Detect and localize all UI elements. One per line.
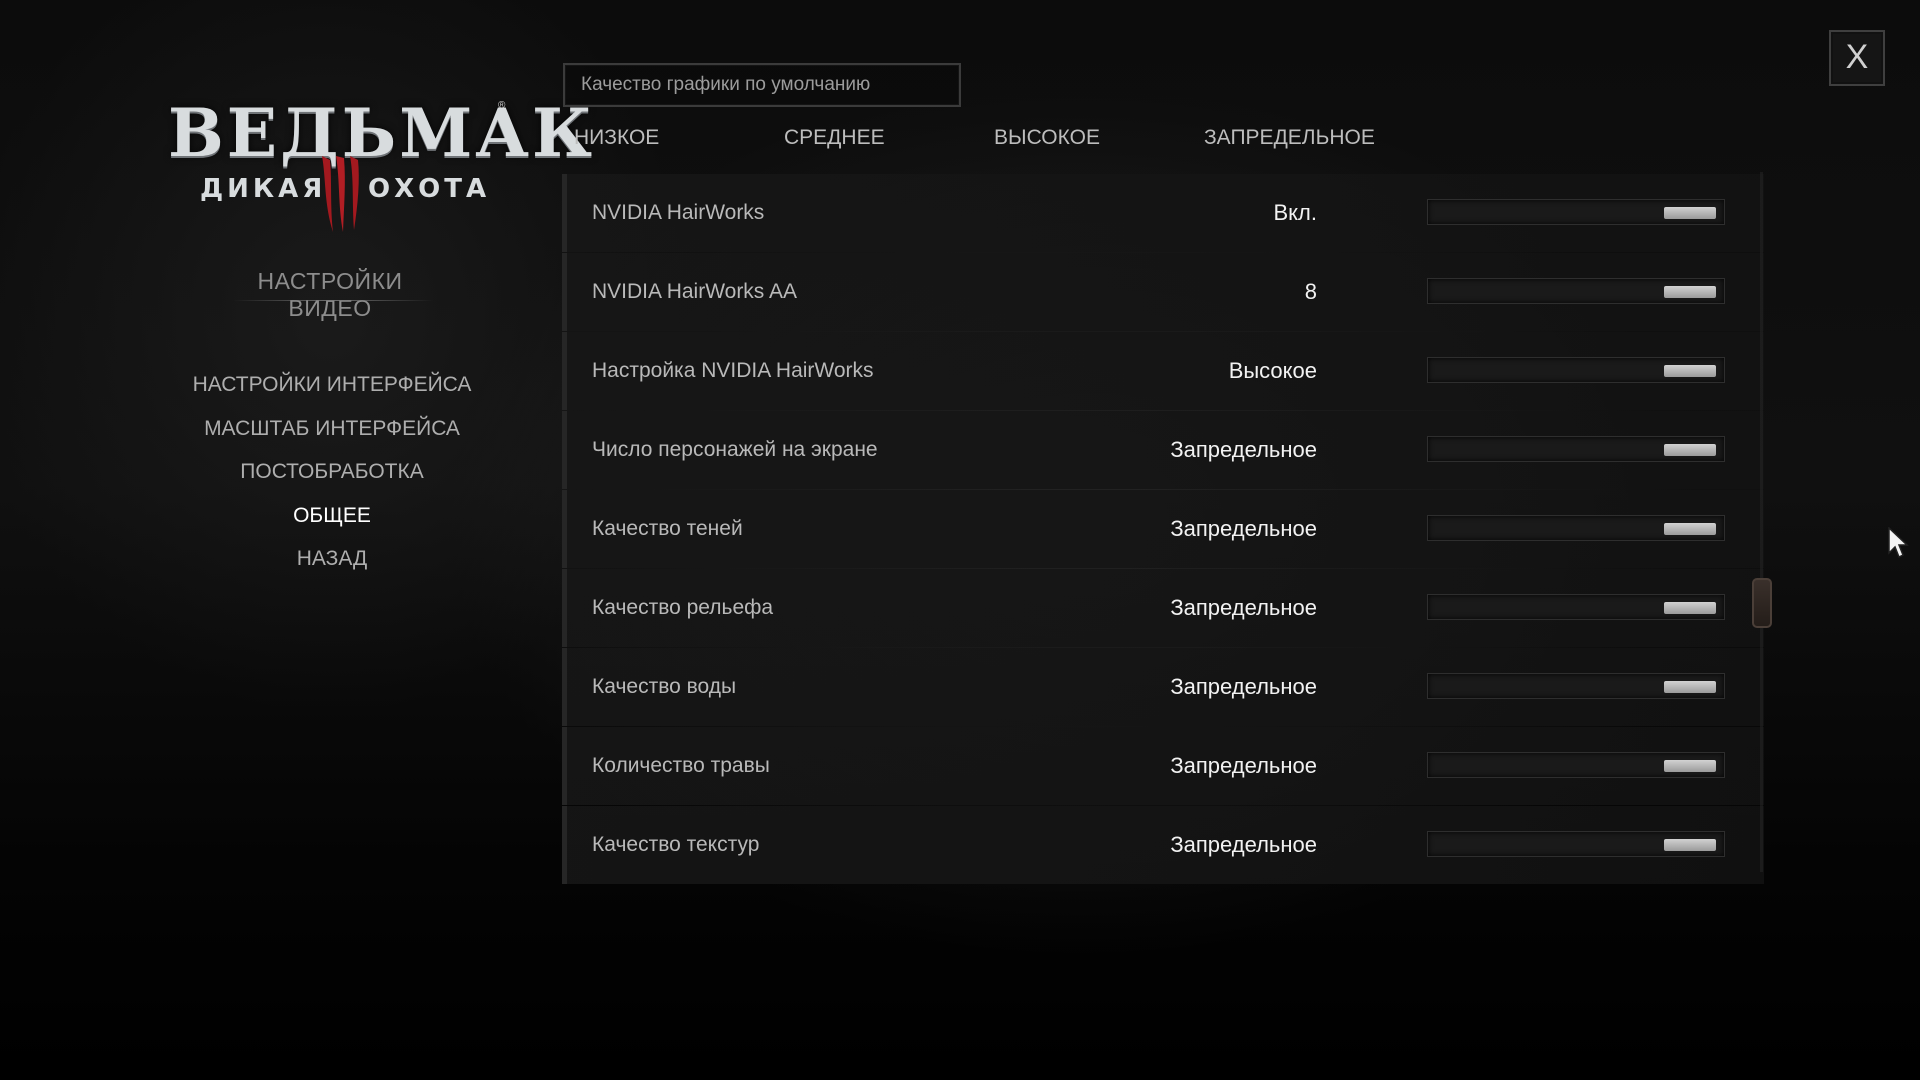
scrollbar-thumb[interactable] — [1752, 578, 1772, 628]
setting-label: NVIDIA HairWorks — [592, 201, 765, 224]
settings-list: NVIDIA HairWorks Вкл. NVIDIA HairWorks A… — [562, 174, 1764, 885]
close-button[interactable]: X — [1829, 30, 1885, 86]
slider-handle[interactable] — [1664, 365, 1716, 377]
menu-item-interface-settings[interactable]: НАСТРОЙКИ ИНТЕРФЕЙСА — [182, 369, 482, 413]
mouse-pointer-icon — [1888, 527, 1909, 559]
menu-item-back[interactable]: НАЗАД — [182, 543, 482, 587]
setting-slider[interactable] — [1427, 436, 1725, 462]
setting-slider[interactable] — [1427, 357, 1725, 383]
close-icon: X — [1845, 38, 1869, 76]
logo-subtitle-right: ОХОТА — [368, 174, 491, 204]
setting-value: Запредельное — [1170, 437, 1317, 462]
preset-tab-ultra[interactable]: ЗАПРЕДЕЛЬНОЕ — [1204, 122, 1375, 154]
setting-label: Количество травы — [592, 754, 770, 777]
slider-handle[interactable] — [1664, 286, 1716, 298]
setting-value: Запредельное — [1170, 674, 1317, 699]
menu-item-general[interactable]: ОБЩЕЕ — [182, 500, 482, 544]
setting-row-grass-density[interactable]: Количество травы Запредельное — [562, 727, 1764, 805]
slider-handle[interactable] — [1664, 207, 1716, 219]
setting-value: Вкл. — [1273, 200, 1318, 225]
setting-slider[interactable] — [1427, 515, 1725, 541]
heading-divider — [233, 300, 433, 301]
preset-tab-high[interactable]: ВЫСОКОЕ — [994, 122, 1100, 154]
setting-value: 8 — [1304, 279, 1317, 304]
setting-value: Запредельное — [1170, 595, 1317, 620]
setting-value: Запредельное — [1170, 832, 1317, 857]
menu-item-post-processing[interactable]: ПОСТОБРАБОТКА — [182, 456, 482, 500]
setting-label: Число персонажей на экране — [592, 438, 878, 461]
setting-label: Качество воды — [592, 675, 737, 698]
setting-label: Качество текстур — [592, 833, 760, 856]
preset-tab-medium[interactable]: СРЕДНЕЕ — [784, 122, 885, 154]
setting-value: Запредельное — [1170, 516, 1317, 541]
section-heading: НАСТРОЙКИ ВИДЕО — [257, 268, 403, 321]
scrollbar-track[interactable] — [1760, 172, 1763, 872]
slider-handle[interactable] — [1664, 444, 1716, 456]
setting-row-hairworks-aa[interactable]: NVIDIA HairWorks AA 8 — [562, 253, 1764, 331]
setting-row-terrain-quality[interactable]: Качество рельефа Запредельное — [562, 569, 1764, 647]
setting-slider[interactable] — [1427, 199, 1725, 225]
sidebar-menu: НАСТРОЙКИ ИНТЕРФЕЙСА МАСШТАБ ИНТЕРФЕЙСА … — [182, 369, 482, 587]
preset-tab-low[interactable]: НИЗКОЕ — [574, 122, 659, 154]
video-settings-screen: ВЕДЬМАК ® ДИКАЯ ОХОТА НАСТРОЙКИ ВИДЕО НА… — [0, 0, 1920, 1080]
logo-registered-mark: ® — [498, 100, 506, 111]
setting-slider[interactable] — [1427, 673, 1725, 699]
setting-row-npc-count[interactable]: Число персонажей на экране Запредельное — [562, 411, 1764, 489]
slider-handle[interactable] — [1664, 602, 1716, 614]
setting-value: Запредельное — [1170, 753, 1317, 778]
graphics-preset-field[interactable]: Качество графики по умолчанию — [563, 63, 961, 107]
game-logo: ВЕДЬМАК ® ДИКАЯ ОХОТА — [168, 96, 592, 236]
setting-slider[interactable] — [1427, 831, 1725, 857]
setting-label: Настройка NVIDIA HairWorks — [592, 359, 874, 382]
setting-row-texture-quality[interactable]: Качество текстур Запредельное — [562, 806, 1764, 884]
setting-label: Качество рельефа — [592, 596, 774, 619]
setting-label: NVIDIA HairWorks AA — [592, 280, 797, 303]
setting-row-water-quality[interactable]: Качество воды Запредельное — [562, 648, 1764, 726]
slider-handle[interactable] — [1664, 523, 1716, 535]
setting-slider[interactable] — [1427, 594, 1725, 620]
setting-slider[interactable] — [1427, 278, 1725, 304]
setting-row-shadow-quality[interactable]: Качество теней Запредельное — [562, 490, 1764, 568]
slider-handle[interactable] — [1664, 681, 1716, 693]
setting-value: Высокое — [1228, 358, 1317, 383]
menu-item-interface-scale[interactable]: МАСШТАБ ИНТЕРФЕЙСА — [182, 413, 482, 457]
setting-row-hairworks-preset[interactable]: Настройка NVIDIA HairWorks Высокое — [562, 332, 1764, 410]
slider-handle[interactable] — [1664, 760, 1716, 772]
claw-marks-icon — [322, 156, 359, 232]
logo-subtitle-left: ДИКАЯ — [200, 174, 327, 204]
setting-slider[interactable] — [1427, 752, 1725, 778]
setting-label: Качество теней — [592, 517, 743, 540]
slider-handle[interactable] — [1664, 839, 1716, 851]
setting-row-hairworks[interactable]: NVIDIA HairWorks Вкл. — [562, 174, 1764, 252]
